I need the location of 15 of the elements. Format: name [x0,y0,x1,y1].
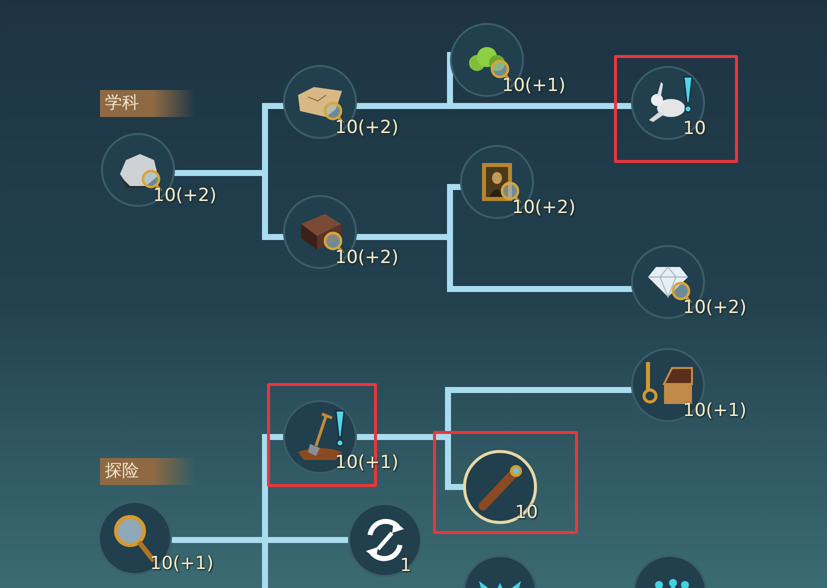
skill-level: 10(+1) [150,553,214,574]
skill-level: 10 [683,118,706,139]
skill-level: 10(+2) [335,247,398,268]
skill-level: 10(+2) [335,117,398,138]
skill-level: 10(+2) [683,297,746,318]
skill-level: 10(+1) [683,400,746,421]
skill-level: 1 [400,555,412,576]
skill-level: 10(+1) [502,75,566,96]
painting-icon [481,162,513,202]
map-icon [296,85,344,119]
section-label: 学科 [100,90,195,117]
diamond-icon [646,265,690,299]
skill-level: 10(+2) [153,185,216,206]
section-label: 探险 [100,458,195,485]
skill-level: 10(+2) [512,197,576,218]
